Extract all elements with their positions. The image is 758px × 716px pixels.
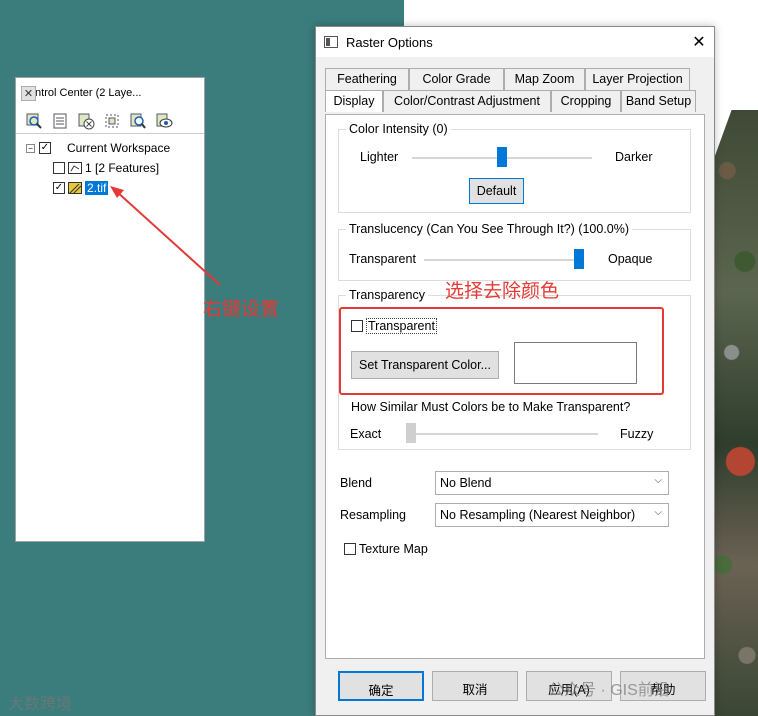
watermark-bottom-left: 大数跨境 [8,696,73,713]
annotation-arrow [110,186,221,286]
watermark-bottom-right: 公众号 · GIS前沿 [548,682,670,699]
